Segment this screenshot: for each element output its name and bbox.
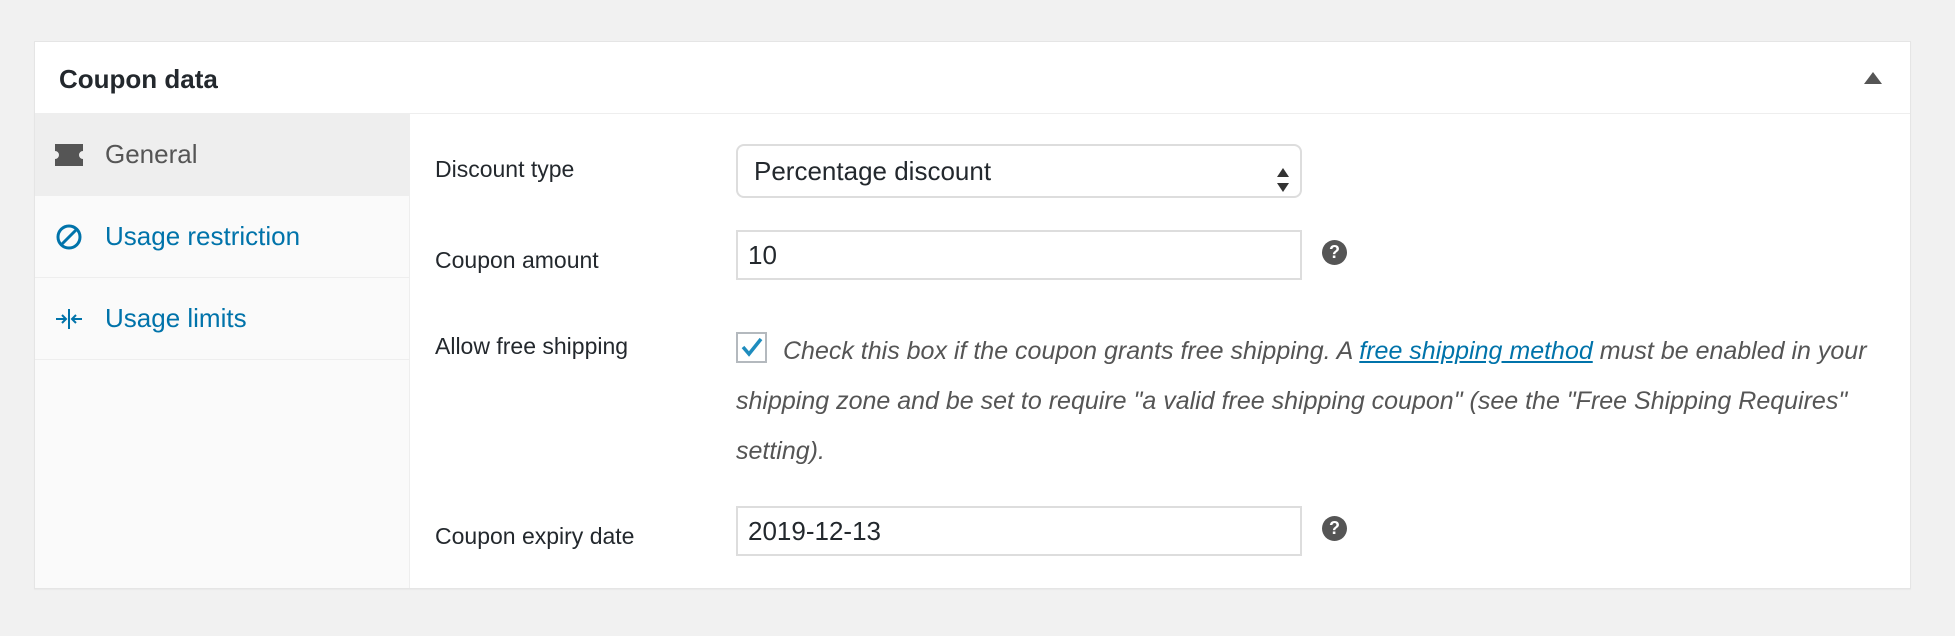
tab-general[interactable]: General — [35, 114, 409, 196]
no-entry-icon — [53, 221, 85, 253]
discount-type-select[interactable]: Percentage discount — [736, 144, 1302, 198]
ticket-icon — [53, 139, 85, 171]
tab-usage-restriction-label: Usage restriction — [105, 221, 301, 251]
tab-usage-limits-label: Usage limits — [105, 303, 247, 333]
arrows-in-icon — [53, 303, 85, 335]
general-options-panel: Discount type Percentage discount Coupon… — [410, 114, 1910, 588]
free-shipping-label: Allow free shipping — [435, 333, 629, 359]
expiry-date-input[interactable] — [736, 506, 1302, 556]
tab-usage-restriction[interactable]: Usage restriction — [35, 196, 409, 278]
expiry-date-label: Coupon expiry date — [435, 523, 635, 549]
free-shipping-method-link[interactable]: free shipping method — [1359, 337, 1592, 365]
coupon-tabs: General Usage restriction Usage limits — [35, 114, 410, 588]
tab-general-label: General — [105, 139, 198, 169]
free-shipping-description: Check this box if the coupon grants free… — [736, 326, 1886, 476]
coupon-amount-label: Coupon amount — [435, 247, 599, 273]
tab-usage-limits[interactable]: Usage limits — [35, 278, 409, 360]
discount-type-label: Discount type — [435, 156, 575, 182]
collapse-toggle-icon[interactable] — [1864, 72, 1882, 84]
help-icon[interactable]: ? — [1322, 516, 1347, 541]
select-arrows-icon — [1276, 159, 1290, 192]
desc-text-before: Check this box if the coupon grants free… — [783, 337, 1360, 365]
panel-header: Coupon data — [35, 42, 1910, 114]
help-icon[interactable]: ? — [1322, 240, 1347, 265]
discount-type-value: Percentage discount — [754, 156, 992, 186]
coupon-amount-input[interactable] — [736, 230, 1302, 280]
panel-title: Coupon data — [59, 64, 218, 94]
coupon-data-panel: Coupon data General Usage restriction Us… — [34, 41, 1911, 589]
